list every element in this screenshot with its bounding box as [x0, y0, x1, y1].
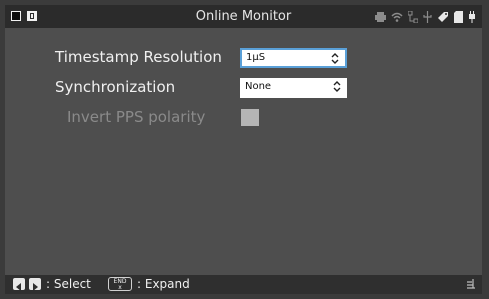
wifi-icon: [391, 12, 403, 22]
printer-icon: [375, 11, 386, 22]
synchronization-label: Synchronization: [55, 78, 176, 96]
sd-card-icon: [454, 10, 463, 23]
timestamp-resolution-value: 1µS: [246, 52, 266, 63]
left-arrow-key-icon: [13, 278, 25, 291]
expand-hint: : Expand: [137, 277, 190, 291]
network-icon: [408, 10, 418, 23]
status-icons: [375, 9, 476, 24]
bottom-hint-bar: : Select END x : Expand: [5, 275, 482, 294]
synchronization-select[interactable]: None: [240, 78, 347, 98]
synchronization-value: None: [245, 81, 272, 92]
tag-icon: [438, 11, 448, 22]
top-bar: Online Monitor: [5, 5, 482, 28]
device-screen: Online Monitor Timestamp Resolution 1µS …: [5, 5, 482, 294]
end-key-icon: END x: [108, 277, 132, 291]
up-down-chevron-icon: [331, 53, 339, 64]
invert-pps-checkbox[interactable]: [241, 109, 259, 126]
timestamp-resolution-label: Timestamp Resolution: [55, 48, 222, 66]
select-hint: : Select: [46, 277, 91, 291]
timestamp-resolution-select[interactable]: 1µS: [240, 48, 347, 68]
plug-icon: [469, 10, 475, 23]
end-key-sub: x: [118, 284, 122, 291]
invert-pps-label: Invert PPS polarity: [67, 108, 206, 126]
scroll-indicator-icon: [467, 279, 475, 289]
usb-icon: [423, 10, 432, 23]
up-down-chevron-icon: [333, 81, 341, 92]
right-arrow-key-icon: [29, 278, 41, 291]
